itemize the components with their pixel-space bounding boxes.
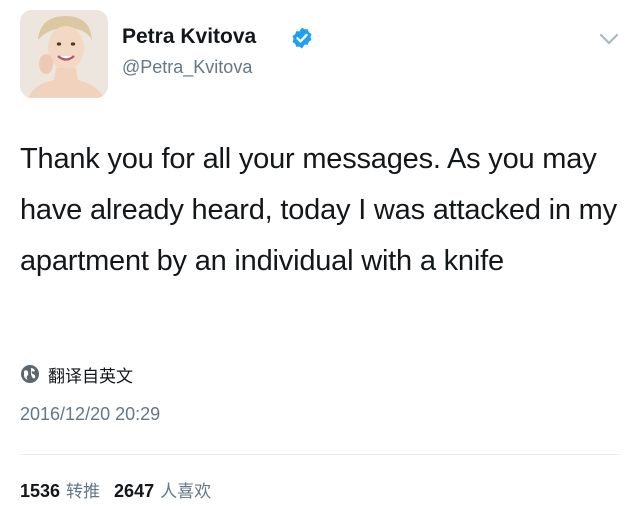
display-name[interactable]: Petra Kvitova xyxy=(122,24,256,50)
user-handle[interactable]: @Petra_Kvitova xyxy=(122,56,252,78)
likes-count: 2647 xyxy=(114,481,155,501)
retweets-count: 1536 xyxy=(20,481,61,501)
divider xyxy=(20,454,620,455)
avatar[interactable] xyxy=(20,10,108,98)
verified-badge-icon xyxy=(292,27,312,49)
avatar-photo xyxy=(20,10,108,98)
retweets-stat[interactable]: 1536 转推 xyxy=(20,478,100,505)
tweet-stats: 1536 转推 2647 人喜欢 xyxy=(20,478,225,505)
chevron-down-icon[interactable] xyxy=(598,30,620,48)
tweet-card: Petra Kvitova @Petra_Kvitova Thank you f… xyxy=(0,0,640,506)
translate-label: 翻译自英文 xyxy=(48,366,133,387)
likes-label: 人喜欢 xyxy=(160,482,212,502)
globe-icon xyxy=(21,365,39,383)
likes-stat[interactable]: 2647 人喜欢 xyxy=(114,478,211,505)
retweets-label: 转推 xyxy=(66,482,101,502)
translate-button[interactable]: 翻译自英文 xyxy=(20,362,133,387)
timestamp[interactable]: 2016/12/20 20:29 xyxy=(20,402,160,426)
tweet-text: Thank you for all your messages. As you … xyxy=(20,143,617,277)
